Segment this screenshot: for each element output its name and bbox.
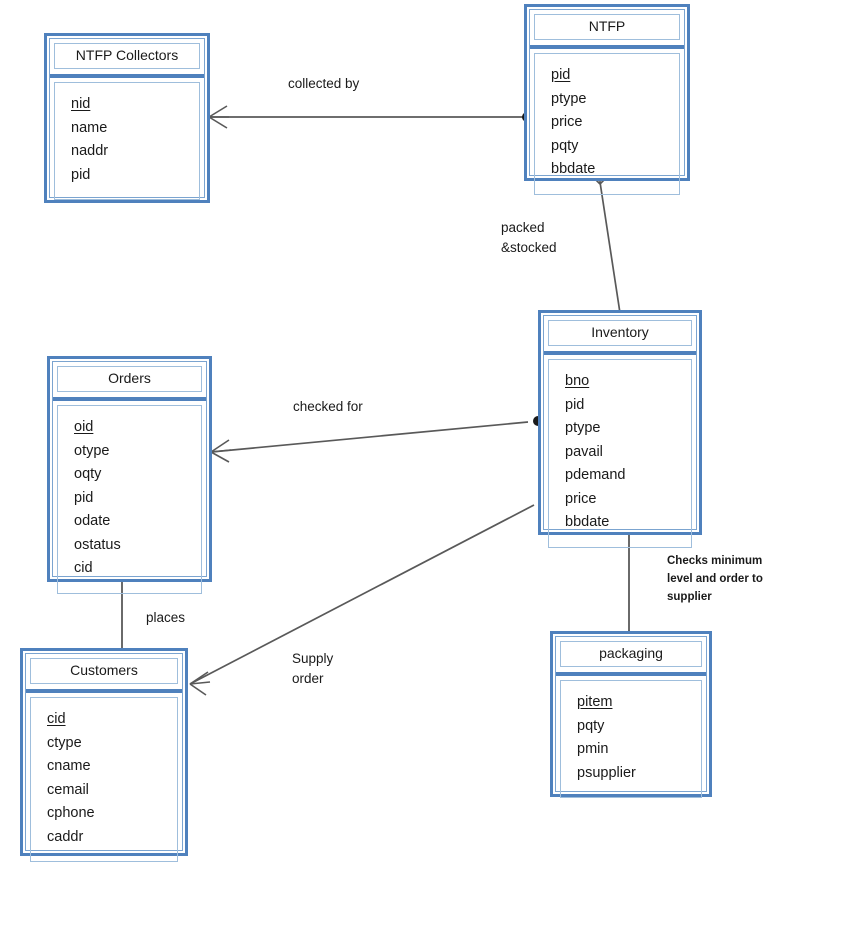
entity-title: NTFP [534, 14, 680, 41]
connector-supply-order [189, 504, 535, 696]
attribute-row: pid [551, 67, 571, 84]
attribute-row: cid [47, 711, 66, 728]
attribute-row: nid [71, 96, 91, 113]
entity-inventory[interactable]: Inventory bno pid ptype pavail pdemand p… [538, 310, 702, 548]
attribute-list: nid name naddr pid [54, 82, 200, 201]
attribute-row: pqty [577, 717, 605, 734]
attribute-row: pid [74, 489, 94, 506]
relationship-label-places: places [146, 610, 186, 625]
entity-header: NTFP [530, 10, 684, 50]
entity-title: packaging [560, 641, 702, 668]
attribute-row: oqty [74, 466, 102, 483]
entity-packaging[interactable]: packaging pitem pqty pmin psupplier [550, 631, 712, 799]
entity-frame: Inventory bno pid ptype pavail pdemand p… [543, 315, 697, 548]
attribute-row: naddr [71, 143, 109, 160]
entity-header: NTFP Collectors [50, 39, 204, 79]
attribute-row: pid [71, 166, 91, 183]
attribute-row: ptype [565, 420, 601, 437]
relationship-label-packed-stocked: packed &stocked [501, 220, 557, 255]
attribute-row: pitem [577, 694, 613, 711]
attribute-list: bno pid ptype pavail pdemand price bbdat… [548, 359, 692, 548]
entity-header: Inventory [544, 316, 696, 356]
entity-frame: NTFP pid ptype price pqty bbdate [529, 9, 685, 195]
relationship-label-supply-order: Supply order [292, 651, 334, 686]
connector-collected-by [208, 105, 532, 129]
entity-header: packaging [556, 637, 706, 677]
attribute-row: odate [74, 513, 111, 530]
attribute-row: caddr [47, 828, 84, 845]
attribute-row: ostatus [74, 536, 121, 553]
entity-customers[interactable]: Customers cid ctype cname cemail cphone … [20, 648, 188, 863]
entity-ntfp[interactable]: NTFP pid ptype price pqty bbdate [524, 4, 690, 195]
entity-frame: packaging pitem pqty pmin psupplier [555, 636, 707, 799]
attribute-row: psupplier [577, 764, 636, 781]
attribute-row: cemail [47, 781, 89, 798]
relationship-label-collected-by: collected by [288, 76, 360, 91]
entity-ntfp-collectors[interactable]: NTFP Collectors nid name naddr pid [44, 33, 210, 203]
attribute-row: bbdate [551, 161, 596, 178]
attribute-row: pqty [551, 137, 579, 154]
entity-header: Orders [53, 362, 206, 402]
entity-header: Customers [26, 654, 182, 694]
er-diagram-canvas: NTFP Collectors nid name naddr pid NTFP … [0, 0, 850, 945]
attribute-row: name [71, 119, 108, 136]
attribute-row: cname [47, 758, 91, 775]
attribute-row: oid [74, 419, 94, 436]
entity-title: Inventory [548, 320, 692, 347]
attribute-list: oid otype oqty pid odate ostatus cid [57, 405, 202, 594]
attribute-row: pmin [577, 741, 609, 758]
entity-frame: Orders oid otype oqty pid odate ostatus … [52, 361, 207, 594]
entity-frame: NTFP Collectors nid name naddr pid [49, 38, 205, 201]
attribute-row: bbdate [565, 514, 610, 531]
attribute-row: bno [565, 373, 590, 390]
attribute-list: pid ptype price pqty bbdate [534, 53, 680, 195]
entity-title: Customers [30, 658, 178, 685]
attribute-row: ctype [47, 734, 82, 751]
entity-frame: Customers cid ctype cname cemail cphone … [25, 653, 183, 863]
attribute-row: price [565, 490, 597, 507]
connector-checked-for [210, 416, 543, 463]
attribute-row: ptype [551, 90, 587, 107]
attribute-row: otype [74, 442, 110, 459]
attribute-row: cphone [47, 805, 95, 822]
attribute-list: cid ctype cname cemail cphone caddr [30, 697, 178, 863]
entity-title: NTFP Collectors [54, 43, 200, 70]
relationship-label-checked-for: checked for [293, 399, 363, 414]
relationship-label-checks-minimum: Checks minimum level and order to suppli… [667, 555, 763, 603]
attribute-row: pavail [565, 443, 603, 460]
entity-orders[interactable]: Orders oid otype oqty pid odate ostatus … [47, 356, 212, 594]
connector-checks-minimum [615, 533, 643, 647]
attribute-row: price [551, 114, 583, 131]
attribute-row: cid [74, 560, 93, 577]
attribute-row: pdemand [565, 467, 626, 484]
entity-title: Orders [57, 366, 202, 393]
attribute-row: pid [565, 396, 585, 413]
attribute-list: pitem pqty pmin psupplier [560, 680, 702, 799]
